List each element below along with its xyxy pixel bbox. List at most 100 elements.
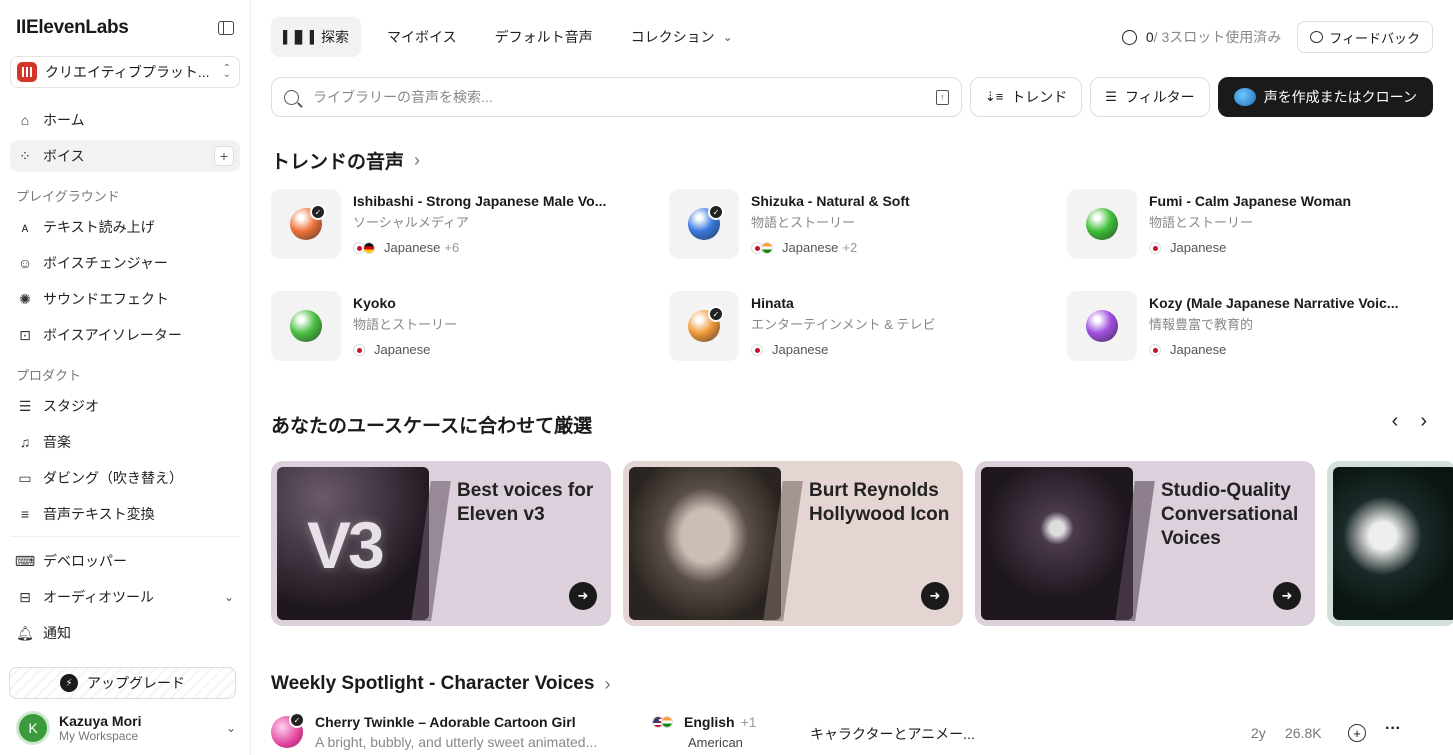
trending-heading[interactable]: トレンドの音声 › [271,147,420,174]
tab-explore[interactable]: ▌▐▌▐ 探索 [271,17,362,57]
collection-image-phone [981,467,1133,620]
main-content: ▌▐▌▐ 探索 マイボイス デフォルト音声 コレクション ⌄ 0 / 3スロット… [251,0,1453,755]
nav-developers[interactable]: ⌨ デベロッパー [10,545,240,577]
voice-category: 物語とストーリー [353,317,458,332]
nav-notifications[interactable]: 🔔︎ 通知 [10,617,240,649]
workspace-label: クリエイティブプラット... [45,64,210,80]
trend-sort-button[interactable]: ⇣≡ トレンド [969,77,1083,117]
voice-name: Kyoko [353,295,396,311]
avatar: K [16,711,50,745]
arrow-right-icon[interactable]: ➜ [569,582,597,610]
upload-file-icon[interactable]: ↑ [935,89,949,105]
voice-changer-icon: ☺ [17,255,33,271]
sort-icon: ⇣≡ [984,89,1004,104]
voice-name: Fumi - Calm Japanese Woman [1149,193,1352,209]
sidebar-toggle-icon[interactable] [218,21,234,35]
voice-name: Cherry Twinkle – Adorable Cartoon Girl [315,714,576,730]
nav-label: テキスト読み上げ [43,219,155,235]
feedback-button[interactable]: フィードバック [1297,21,1433,53]
home-icon: ⌂ [20,112,30,128]
collection-title: Best voices for Eleven v3 [457,480,594,525]
logo-row: IIElevenLabs [10,0,240,56]
chevron-right-icon[interactable]: › [1420,410,1427,433]
usecase-title: あなたのユースケースに合わせて厳選 [271,416,593,437]
voice-language: Japanese +2 [751,240,910,255]
workspace-selector[interactable]: クリエイティブプラット... ⌃ ⌄ [10,56,240,88]
slots-usage: 0 / 3スロット使用済み [1121,27,1281,47]
add-voice-button[interactable]: + [214,146,234,166]
nav-voice-changer[interactable]: ☺ ボイスチェンジャー [10,247,240,279]
nav-label: サウンドエフェクト [43,291,169,307]
sidebar-divider [10,536,240,537]
collection-card[interactable]: V3 Best voices for Eleven v3 ➜ [271,461,611,626]
voice-orb [1086,310,1118,342]
nav-voices[interactable]: ⁘ ボイス + [10,140,240,172]
voice-isolator-icon: ⊡ [19,326,31,343]
filter-label: フィルター [1124,89,1195,105]
nav-text-to-speech[interactable]: ᴀ テキスト読み上げ [10,211,240,243]
voice-list-row[interactable]: ✓ Cherry Twinkle – Adorable Cartoon Girl… [271,710,1433,755]
tab-label: コレクション [630,29,715,45]
tab-default-voices[interactable]: デフォルト音声 [483,17,605,57]
nav-sound-effects[interactable]: ✺ サウンドエフェクト [10,283,240,315]
collection-title: Burt Reynolds Hollywood Icon [809,480,950,525]
voice-card[interactable]: ✓ Shizuka - Natural & Soft 物語とストーリー Japanes… [669,189,1067,259]
waveform-icon: ▌▐▌▐ [283,30,314,44]
collection-card[interactable]: Studio-Quality Conversational Voices ➜ [975,461,1315,626]
nav-studio[interactable]: ☰ スタジオ [10,390,240,422]
search-input[interactable]: ライブラリーの音声を検索... ↑ [271,77,962,117]
arrow-right-icon[interactable]: ➜ [921,582,949,610]
nav-label: 音声テキスト変換 [43,506,155,522]
tab-my-voices[interactable]: マイボイス [375,17,469,57]
voice-language: Japanese [751,342,936,357]
tab-label: マイボイス [387,29,457,45]
arrow-right-icon[interactable]: ➜ [1273,582,1301,610]
user-workspace: My Workspace [59,729,139,743]
language-name: Japanese [374,342,431,357]
add-voice-icon[interactable]: + [1348,724,1366,742]
verified-badge-icon: ✓ [289,712,305,728]
voice-card[interactable]: Kozy (Male Japanese Narrative Voic... 情報豊… [1067,291,1451,361]
language-more: +1 [740,714,757,730]
topbar: ▌▐▌▐ 探索 マイボイス デフォルト音声 コレクション ⌄ 0 / 3スロット… [271,17,1433,57]
create-clone-voice-button[interactable]: 声を作成またはクローン [1217,77,1433,117]
voices-grid-icon: ⁘ [19,147,31,164]
search-icon [284,89,299,105]
nav-label: ダビング（吹き替え） [43,470,183,486]
user-menu[interactable]: K Kazuya Mori My Workspace ⌄ [16,711,236,745]
collection-card[interactable]: Burt Reynolds Hollywood Icon ➜ [623,461,963,626]
text-to-speech-icon: ᴀ [21,219,29,235]
nav-label: ボイス [43,148,85,164]
upgrade-button[interactable]: ⚡︎ アップグレード [9,667,236,699]
spotlight-heading[interactable]: Weekly Spotlight - Character Voices › [271,673,610,695]
voice-orb: ✓ [271,712,305,748]
collection-image-portrait [629,467,781,620]
de-flag-icon [363,241,375,254]
voice-card[interactable]: Fumi - Calm Japanese Woman 物語とストーリー Japane… [1067,189,1451,259]
voice-language: English +1 American [652,714,757,750]
elevenlabs-logo[interactable]: IIElevenLabs [16,17,129,39]
nav-music[interactable]: ♫ 音楽 [10,426,240,458]
voice-category: キャラクターとアニメー... [810,726,975,742]
speech-to-text-icon: ≡ [20,506,30,522]
voice-card[interactable]: ✓ Ishibashi - Strong Japanese Male Vo... ソ… [271,189,669,259]
more-options-icon[interactable]: ··· [1385,720,1401,738]
voice-thumbnail [271,291,341,361]
collection-card[interactable] [1327,461,1453,626]
tab-collections[interactable]: コレクション ⌄ [619,17,745,57]
spotlight-title: Weekly Spotlight - Character Voices [271,673,595,694]
nav-speech-to-text[interactable]: ≡ 音声テキスト変換 [10,498,240,530]
nav-label: スタジオ [43,398,99,414]
chevron-left-icon[interactable]: ‹ [1392,410,1399,433]
filter-button[interactable]: ☰ フィルター [1090,77,1210,117]
chevron-down-icon: ⌄ [722,30,733,44]
language-more: +2 [842,240,858,255]
voice-card[interactable]: ✓ Hinata エンターテインメント & テレビ Japanese [669,291,1067,361]
nav-audio-tools[interactable]: ⊟ オーディオツール ⌄ [10,581,240,613]
nav-voice-isolator[interactable]: ⊡ ボイスアイソレーター [10,319,240,351]
nav-dubbing[interactable]: ▭ ダビング（吹き替え） [10,462,240,494]
voice-name: Shizuka - Natural & Soft [751,193,910,209]
nav-home[interactable]: ⌂ ホーム [10,104,240,136]
voice-card[interactable]: Kyoko 物語とストーリー Japanese [271,291,669,361]
nav-label: デベロッパー [43,553,127,569]
